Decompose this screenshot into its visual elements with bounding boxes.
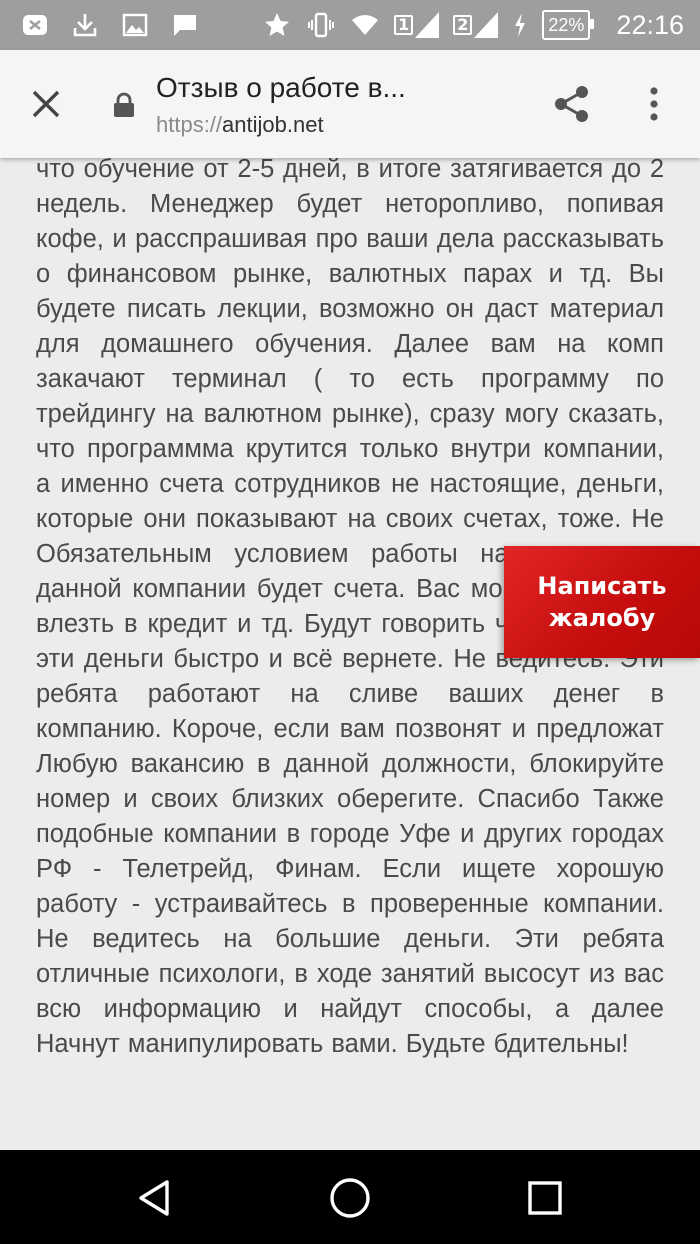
sim1-signal-icon: 1 [394, 12, 440, 38]
app-notification-icon [20, 10, 50, 40]
sim2-label: 2 [453, 15, 473, 35]
status-bar: 1 2 22% 22:16 [0, 0, 700, 50]
download-icon [70, 10, 100, 40]
back-icon [139, 1180, 169, 1216]
share-icon [555, 86, 588, 122]
charging-icon [512, 10, 528, 40]
home-button[interactable] [320, 1168, 380, 1228]
overflow-menu-button[interactable] [630, 80, 678, 128]
message-icon [170, 10, 200, 40]
recents-icon [528, 1181, 562, 1215]
home-icon [330, 1178, 370, 1218]
page-title: Отзыв о работе в... [156, 72, 406, 103]
sim1-label: 1 [394, 15, 414, 35]
more-vert-icon [650, 87, 658, 121]
url-host: antijob.net [222, 112, 324, 137]
wifi-icon [350, 10, 380, 40]
sim2-signal-icon: 2 [453, 12, 499, 38]
url-protocol: https:// [156, 112, 223, 137]
write-complaint-button[interactable]: Написать жалобу [504, 546, 700, 658]
close-button[interactable] [22, 80, 70, 128]
share-button[interactable] [548, 80, 596, 128]
recents-button[interactable] [515, 1168, 575, 1228]
close-icon [32, 90, 60, 118]
clock: 22:16 [616, 9, 684, 40]
browser-toolbar: Отзыв о работе в... https://antijob.net [0, 50, 700, 158]
image-icon [120, 10, 150, 40]
star-icon [262, 10, 292, 40]
navigation-bar [0, 1150, 700, 1244]
page-url[interactable]: https://antijob.net [156, 112, 324, 138]
battery-level: 22% [542, 10, 595, 40]
back-button[interactable] [125, 1168, 185, 1228]
lock-icon [112, 92, 136, 118]
vibrate-icon [306, 10, 336, 40]
